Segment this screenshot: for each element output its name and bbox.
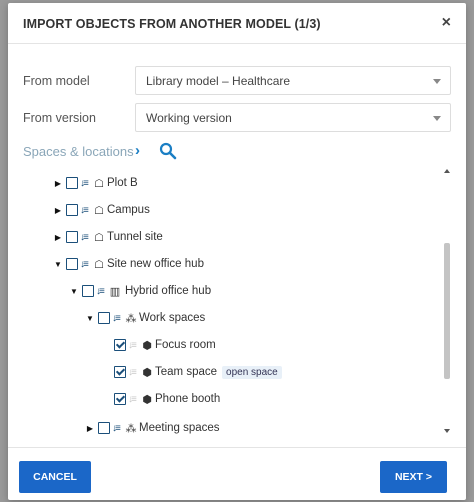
- site-icon: ☖: [94, 231, 104, 244]
- tree-node-meeting-spaces[interactable]: ▶ ↓≡ ⁂ Meeting spaces: [84, 419, 220, 435]
- tree-node-focus-room[interactable]: ↓≡ ⬢ Focus room: [100, 336, 216, 354]
- node-checkbox[interactable]: [66, 177, 78, 189]
- node-checkbox[interactable]: [98, 312, 110, 324]
- close-icon[interactable]: ×: [442, 14, 451, 32]
- expand-icon[interactable]: ▶: [52, 233, 64, 242]
- space-group-icon: ⁂: [125, 312, 137, 325]
- next-button[interactable]: NEXT >: [380, 461, 447, 493]
- sort-icon: ↓≡: [80, 231, 89, 243]
- tree-node-work-spaces[interactable]: ▼ ↓≡ ⁂ Work spaces: [84, 309, 205, 327]
- collapse-icon[interactable]: ▼: [52, 260, 64, 269]
- sort-icon: ↓≡: [128, 366, 137, 378]
- spaces-tree: ▶ ↓≡ ☖ Plot B ▶ ↓≡ ☖ Campus ▶ ↓≡ ☖ Tunne…: [8, 165, 452, 435]
- node-label: Campus: [107, 204, 150, 216]
- from-model-value: Library model – Healthcare: [146, 74, 291, 88]
- tree-node-site-new-office-hub[interactable]: ▼ ↓≡ ☖ Site new office hub: [52, 255, 204, 273]
- tree-node-phone-booth[interactable]: ↓≡ ⬢ Phone booth: [100, 390, 220, 408]
- chevron-down-icon: [433, 116, 441, 121]
- sort-icon: ↓≡: [96, 285, 105, 297]
- tree-node-tunnel-site[interactable]: ▶ ↓≡ ☖ Tunnel site: [52, 228, 163, 246]
- node-checkbox[interactable]: [82, 285, 94, 297]
- sort-icon: ↓≡: [80, 204, 89, 216]
- node-label: Plot B: [107, 177, 138, 189]
- dialog-title: IMPORT OBJECTS FROM ANOTHER MODEL (1/3): [23, 17, 321, 31]
- tree-node-team-space[interactable]: ↓≡ ⬢ Team space open space: [100, 363, 282, 381]
- from-version-select[interactable]: Working version: [135, 103, 451, 132]
- node-label: Team space: [155, 366, 218, 378]
- sort-icon: ↓≡: [112, 422, 121, 434]
- search-icon[interactable]: [159, 142, 177, 160]
- node-label: Focus room: [155, 339, 216, 351]
- import-dialog: IMPORT OBJECTS FROM ANOTHER MODEL (1/3) …: [8, 3, 466, 500]
- sort-icon: ↓≡: [112, 312, 121, 324]
- from-model-label: From model: [23, 74, 90, 88]
- node-checkbox[interactable]: [66, 258, 78, 270]
- space-type-badge: open space: [222, 365, 282, 379]
- from-version-label: From version: [23, 111, 96, 125]
- node-checkbox-checked[interactable]: [114, 393, 126, 405]
- chevron-right-icon[interactable]: ›: [135, 142, 140, 159]
- spaces-locations-label: Spaces & locations: [23, 144, 134, 159]
- site-icon: ☖: [94, 204, 104, 217]
- scroll-up-icon[interactable]: [444, 169, 450, 173]
- node-label: Hybrid office hub: [125, 285, 212, 297]
- tree-node-hybrid-office-hub[interactable]: ▼ ↓≡ ▥ Hybrid office hub: [68, 282, 211, 300]
- from-version-value: Working version: [146, 111, 232, 125]
- space-group-icon: ⁂: [125, 422, 137, 435]
- node-checkbox-checked[interactable]: [114, 339, 126, 351]
- tree-node-campus[interactable]: ▶ ↓≡ ☖ Campus: [52, 201, 150, 219]
- space-icon: ⬢: [142, 339, 152, 352]
- expand-icon[interactable]: ▶: [84, 424, 96, 433]
- node-checkbox[interactable]: [98, 422, 110, 434]
- node-label: Site new office hub: [107, 258, 204, 270]
- site-icon: ☖: [94, 177, 104, 190]
- dialog-header: IMPORT OBJECTS FROM ANOTHER MODEL (1/3) …: [8, 3, 466, 44]
- node-label: Tunnel site: [107, 231, 163, 243]
- building-icon: ▥: [109, 285, 121, 298]
- sort-icon: ↓≡: [80, 258, 89, 270]
- sort-icon: ↓≡: [80, 177, 89, 189]
- collapse-icon[interactable]: ▼: [68, 287, 80, 296]
- site-icon: ☖: [94, 258, 104, 271]
- expand-icon[interactable]: ▶: [52, 179, 64, 188]
- tree-node-plot-b[interactable]: ▶ ↓≡ ☖ Plot B: [52, 174, 138, 192]
- expand-icon[interactable]: ▶: [52, 206, 64, 215]
- cancel-button[interactable]: CANCEL: [19, 461, 91, 493]
- node-checkbox-checked[interactable]: [114, 366, 126, 378]
- node-label: Meeting spaces: [139, 422, 220, 434]
- node-label: Phone booth: [155, 393, 221, 405]
- node-label: Work spaces: [139, 312, 206, 324]
- space-icon: ⬢: [142, 366, 152, 379]
- chevron-down-icon: [433, 79, 441, 84]
- tree-scrollbar[interactable]: [444, 169, 450, 433]
- scrollbar-thumb[interactable]: [444, 243, 450, 379]
- from-model-select[interactable]: Library model – Healthcare: [135, 66, 451, 95]
- sort-icon: ↓≡: [128, 339, 137, 351]
- scroll-down-icon[interactable]: [444, 429, 450, 433]
- dialog-footer: CANCEL NEXT >: [8, 447, 466, 500]
- node-checkbox[interactable]: [66, 231, 78, 243]
- node-checkbox[interactable]: [66, 204, 78, 216]
- sort-icon: ↓≡: [128, 393, 137, 405]
- collapse-icon[interactable]: ▼: [84, 314, 96, 323]
- space-icon: ⬢: [142, 393, 152, 406]
